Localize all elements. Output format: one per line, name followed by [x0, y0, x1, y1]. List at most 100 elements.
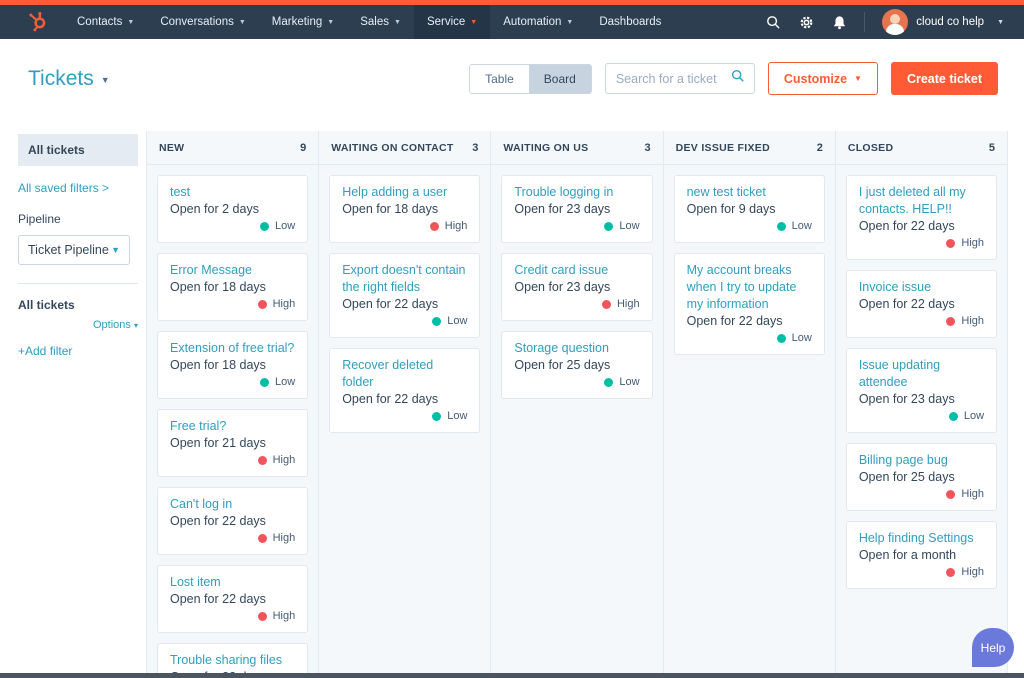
ticket-card[interactable]: Help adding a user Open for 18 days High — [329, 175, 481, 243]
ticket-title-link[interactable]: Issue updating attendee — [859, 357, 984, 391]
settings-gear-icon[interactable] — [798, 14, 814, 30]
ticket-card[interactable]: Free trial? Open for 21 days High — [157, 409, 309, 477]
ticket-title-link[interactable]: Trouble sharing files — [170, 652, 295, 669]
help-button[interactable]: Help — [972, 628, 1014, 667]
customize-button[interactable]: Customize ▼ — [767, 62, 878, 95]
nav-item-sales[interactable]: Sales ▼ — [347, 5, 414, 39]
ticket-card[interactable]: Help finding Settings Open for a month H… — [845, 521, 998, 589]
priority-label: High — [616, 298, 640, 310]
nav-items: Contacts ▼ Conversations ▼ Marketing ▼ Sales ▼ S… — [64, 5, 674, 39]
ticket-card[interactable]: My account breaks when I try to update m… — [673, 253, 825, 355]
ticket-board: NEW 9 test Open for 2 days Low Error Mes… — [146, 118, 1009, 673]
ticket-card[interactable]: Extension of free trial? Open for 18 day… — [157, 331, 309, 399]
ticket-title-link[interactable]: Free trial? — [170, 418, 295, 435]
ticket-title-link[interactable]: Extension of free trial? — [170, 340, 295, 357]
priority-dot-icon — [604, 377, 614, 387]
nav-item-dashboards[interactable]: Dashboards — [586, 5, 674, 39]
ticket-card[interactable]: test Open for 2 days Low — [157, 175, 309, 243]
ticket-title-link[interactable]: My account breaks when I try to update m… — [687, 262, 812, 313]
add-filter-link[interactable]: +Add filter — [18, 344, 146, 358]
main-navbar: Contacts ▼ Conversations ▼ Marketing ▼ Sales ▼ S… — [0, 5, 1024, 39]
priority-dot-icon — [776, 333, 786, 343]
board-view-button[interactable]: Board — [528, 64, 591, 93]
ticket-open-duration: Open for 22 days — [342, 297, 439, 311]
pipeline-select[interactable]: Ticket Pipeline ▼ — [18, 235, 130, 265]
priority-dot-icon — [429, 221, 439, 231]
ticket-title-link[interactable]: Storage question — [514, 340, 639, 357]
ticket-title-link[interactable]: test — [170, 184, 295, 201]
chevron-down-icon: ▼ — [238, 18, 246, 26]
board-column: CLOSED 5 I just deleted all my contacts.… — [835, 131, 1009, 673]
table-view-button[interactable]: Table — [470, 64, 529, 93]
ticket-card[interactable]: new test ticket Open for 9 days Low — [673, 175, 825, 243]
header-controls: Table Board Customize ▼ Create ticket — [469, 62, 998, 95]
priority-label: High — [272, 532, 296, 544]
ticket-card[interactable]: Lost item Open for 22 days High — [157, 565, 309, 633]
nav-item-marketing[interactable]: Marketing ▼ — [259, 5, 347, 39]
ticket-open-duration: Open for 22 days — [858, 297, 955, 311]
ticket-card[interactable]: Error Message Open for 18 days High — [157, 253, 309, 321]
ticket-priority: High — [514, 296, 640, 312]
ticket-title-link[interactable]: Lost item — [170, 574, 295, 591]
ticket-card[interactable]: Recover deleted folder Open for 22 days … — [329, 348, 481, 433]
ticket-title-link[interactable]: Error Message — [170, 262, 295, 279]
priority-label: Low — [447, 410, 468, 422]
ticket-open-duration: Open for 22 days — [170, 514, 266, 528]
ticket-title-link[interactable]: Invoice issue — [859, 279, 984, 296]
ticket-title-link[interactable]: Help finding Settings — [859, 530, 984, 547]
create-ticket-button[interactable]: Create ticket — [890, 62, 998, 95]
ticket-card[interactable]: Credit card issue Open for 23 days High — [501, 253, 653, 321]
nav-item-conversations[interactable]: Conversations ▼ — [147, 5, 258, 39]
priority-dot-icon — [432, 316, 442, 326]
page-title[interactable]: Tickets ▼ — [28, 67, 110, 91]
options-link[interactable]: Options ▾ — [18, 319, 138, 331]
ticket-title-link[interactable]: Trouble logging in — [514, 184, 639, 201]
ticket-priority: Low — [687, 330, 812, 346]
ticket-search-input[interactable] — [615, 71, 731, 86]
column-count: 2 — [816, 142, 823, 154]
ticket-open-duration: Open for 23 days — [858, 392, 955, 406]
priority-dot-icon — [260, 377, 270, 387]
ticket-card[interactable]: Storage question Open for 25 days Low — [501, 331, 653, 399]
sidebar-item-all-tickets[interactable]: All tickets — [18, 134, 138, 166]
priority-dot-icon — [604, 221, 614, 231]
ticket-card[interactable]: Trouble logging in Open for 23 days Low — [501, 175, 653, 243]
ticket-title-link[interactable]: new test ticket — [687, 184, 812, 201]
nav-item-contacts[interactable]: Contacts ▼ — [64, 5, 147, 39]
account-menu[interactable]: cloud co help ▼ — [882, 9, 1004, 35]
ticket-title-link[interactable]: Billing page bug — [859, 452, 984, 469]
ticket-title-link[interactable]: I just deleted all my contacts. HELP!! — [859, 184, 984, 218]
ticket-card[interactable]: Can't log in Open for 22 days High — [157, 487, 309, 555]
ticket-card[interactable]: Trouble sharing files Open for 22 days H… — [157, 643, 309, 673]
filters-sidebar: All tickets All saved filters > Pipeline… — [0, 118, 146, 673]
ticket-card[interactable]: Export doesn't contain the right fields … — [329, 253, 481, 338]
column-name: WAITING ON CONTACT — [331, 142, 454, 154]
ticket-open-duration: Open for 22 days — [170, 592, 266, 606]
bottom-scrollbar[interactable] — [0, 673, 1024, 678]
priority-dot-icon — [601, 299, 611, 309]
priority-label: High — [961, 488, 985, 500]
ticket-title-link[interactable]: Can't log in — [170, 496, 295, 513]
notifications-bell-icon[interactable] — [831, 14, 847, 30]
ticket-title-link[interactable]: Recover deleted folder — [342, 357, 467, 391]
all-saved-filters-link[interactable]: All saved filters > — [18, 181, 146, 195]
nav-item-service[interactable]: Service ▼ — [413, 5, 491, 39]
ticket-card[interactable]: Invoice issue Open for 22 days High — [845, 270, 998, 338]
priority-label: High — [272, 610, 296, 622]
search-icon[interactable] — [731, 69, 745, 88]
ticket-card[interactable]: I just deleted all my contacts. HELP!! O… — [845, 175, 998, 260]
ticket-card[interactable]: Issue updating attendee Open for 23 days… — [845, 348, 998, 433]
ticket-title-link[interactable]: Credit card issue — [514, 262, 639, 279]
hubspot-sprocket-logo-icon[interactable] — [26, 10, 50, 34]
ticket-card[interactable]: Billing page bug Open for 25 days High — [845, 443, 998, 511]
ticket-open-duration: Open for 2 days — [170, 202, 259, 216]
nav-item-automation[interactable]: Automation ▼ — [490, 5, 586, 39]
ticket-title-link[interactable]: Help adding a user — [342, 184, 467, 201]
column-count: 3 — [472, 142, 479, 154]
ticket-priority: Low — [514, 218, 640, 234]
nav-item-label: Contacts — [77, 16, 123, 28]
search-icon[interactable] — [765, 14, 781, 30]
ticket-title-link[interactable]: Export doesn't contain the right fields — [342, 262, 467, 296]
ticket-priority: Low — [514, 374, 640, 390]
column-name: WAITING ON US — [503, 142, 589, 154]
